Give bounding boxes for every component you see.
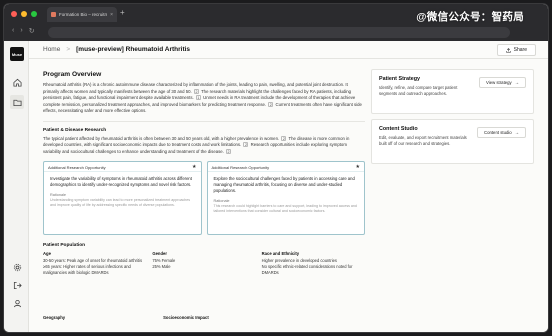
star-icon[interactable]: ★: [192, 164, 196, 170]
program-content: Program Overview Rheumatoid arthritis (R…: [43, 71, 365, 275]
reload-icon[interactable]: ↻: [29, 27, 35, 35]
content-studio-button[interactable]: Content studio →: [476, 127, 526, 138]
button-label: View strategy: [485, 80, 512, 85]
forward-icon[interactable]: ›: [20, 27, 22, 35]
age-value: 30-50 years: Peak age of onset for rheum…: [43, 258, 142, 263]
tab-title: Formation Bio – recruitment...: [59, 12, 107, 17]
share-button[interactable]: Share: [496, 44, 536, 56]
home-icon[interactable]: [12, 77, 22, 87]
browser-window: Formation Bio – recruitment... × + ‹ › ↻…: [3, 3, 549, 333]
share-icon: [506, 47, 511, 53]
arrow-right-icon: →: [514, 80, 519, 85]
age-label: Age: [43, 251, 51, 256]
arrow-right-icon: →: [514, 130, 519, 135]
maximize-window-button[interactable]: [31, 11, 37, 17]
opportunity-card[interactable]: Additional Research Opportunity ★ Explor…: [206, 161, 365, 235]
race-label: Race and Ethnicity: [261, 251, 300, 256]
population-extra-headings: Geography Socioeconomic Impact: [43, 315, 209, 320]
browser-navbar: ‹ › ↻: [4, 24, 548, 41]
rationale-text: Understanding symptom variability can le…: [50, 198, 191, 207]
breadcrumb-home[interactable]: Home: [43, 46, 60, 53]
app-logo[interactable]: Muse: [10, 47, 24, 61]
main-panel: Home > [muse-preview] Rheumatoid Arthrit…: [29, 41, 548, 332]
citation-badge[interactable]: 2: [193, 88, 199, 94]
browser-tab[interactable]: Formation Bio – recruitment... ×: [47, 7, 117, 22]
address-bar[interactable]: [48, 27, 510, 38]
app-sidebar: Muse: [4, 41, 29, 332]
geography-label: Geography: [43, 315, 66, 320]
tab-close-icon[interactable]: ×: [110, 12, 113, 18]
opportunity-text: Investigate the variability of symptoms …: [50, 176, 192, 187]
citation-badge[interactable]: 2: [268, 101, 274, 107]
gender-column: Gender 75% Female 25% Male: [152, 251, 255, 275]
content-studio-card: Content Studio Edit, evaluate, and expor…: [371, 119, 534, 164]
opportunity-card[interactable]: Additional Research Opportunity ★ Invest…: [43, 161, 202, 235]
population-title: Patient Population: [43, 243, 86, 248]
citation-badge[interactable]: 1: [195, 95, 201, 101]
overview-text: Rheumatoid arthritis (RA) is a chronic a…: [43, 82, 365, 115]
view-strategy-button[interactable]: View strategy →: [478, 77, 526, 88]
disease-title: Patient & Disease Research: [43, 127, 107, 133]
user-icon[interactable]: [12, 298, 22, 308]
star-icon[interactable]: ★: [356, 164, 360, 170]
watermark-text: @微信公众号：智药局: [416, 11, 524, 23]
rationale-text: This research could highlight barriers t…: [213, 204, 357, 213]
citation-badge[interactable]: 2: [281, 135, 287, 141]
disease-sentence: The typical patient affected by rheumato…: [43, 135, 280, 141]
age-column: Age 30-50 years: Peak age of onset for r…: [43, 251, 146, 275]
race-column: Race and Ethnicity Higher prevalence in …: [262, 251, 365, 275]
socioeconomic-label: Socioeconomic Impact: [163, 315, 209, 320]
breadcrumb-separator: >: [66, 46, 71, 53]
logout-icon[interactable]: [12, 280, 22, 290]
folder-icon[interactable]: [10, 95, 24, 109]
divider: [43, 120, 365, 122]
back-icon[interactable]: ‹: [12, 27, 14, 35]
minimize-window-button[interactable]: [21, 11, 27, 17]
page-title: [muse-preview] Rheumatoid Arthritis: [76, 46, 191, 53]
favicon-icon: [51, 12, 56, 17]
gender-label: Gender: [152, 251, 167, 256]
citation-badge[interactable]: 2: [243, 142, 249, 148]
card-description: Identify, refine, and compare target pat…: [379, 85, 458, 96]
citation-badge[interactable]: 2: [226, 148, 232, 154]
button-label: Content studio: [483, 130, 512, 135]
opportunity-text: Explore the sociocultural challenges fac…: [213, 176, 355, 193]
patient-strategy-card: Patient Strategy Identify, refine, and c…: [371, 69, 534, 114]
race-value: No specific ethnic-related consideration…: [261, 263, 353, 275]
gender-value: 25% Male: [152, 263, 171, 269]
share-label: Share: [513, 47, 527, 53]
close-window-button[interactable]: [11, 11, 17, 17]
card-description: Edit, evaluate, and export recruitment m…: [379, 135, 467, 146]
research-opportunities: Additional Research Opportunity ★ Invest…: [43, 161, 365, 235]
opportunity-header: Additional Research Opportunity: [44, 162, 201, 172]
new-tab-button[interactable]: +: [120, 9, 125, 17]
page-header: Home > [muse-preview] Rheumatoid Arthrit…: [29, 41, 548, 59]
overview-title: Program Overview: [43, 71, 102, 78]
patient-population: Patient Population Age 30-50 years: Peak…: [43, 243, 365, 275]
window-controls: [11, 11, 37, 17]
opportunity-header: Additional Research Opportunity: [207, 162, 364, 172]
age-value: ≥65 years: Higher rates of serious infec…: [43, 263, 131, 275]
gear-icon[interactable]: [12, 262, 22, 272]
disease-text: The typical patient affected by rheumato…: [43, 136, 365, 156]
